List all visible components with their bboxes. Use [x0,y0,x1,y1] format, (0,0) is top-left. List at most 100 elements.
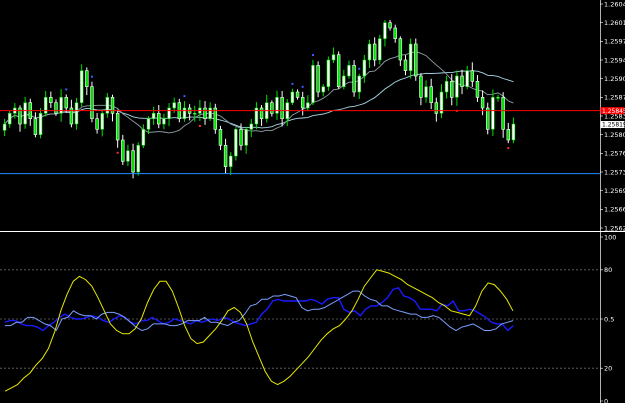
candle [326,56,331,91]
candle-body [162,118,166,125]
candle-body [249,123,254,130]
candle-body [64,97,68,109]
resistance-price-tag-label: 1.25845 [602,108,625,115]
price-tick-label: 1.25660 [604,206,625,214]
candle-body [398,38,403,61]
candle-body [429,86,433,103]
candle-body [311,65,315,103]
price-tick-label: 1.25765 [604,150,625,158]
candle-body [501,97,505,130]
candle-body [511,123,516,141]
price-tick-label: 1.25940 [604,56,625,64]
candle-body [49,97,53,103]
candle [213,103,218,134]
candle-body [393,27,397,39]
candle-body [100,113,104,130]
candle-body [146,118,151,130]
candle-body [321,86,325,93]
candle-body [244,129,248,146]
candle-body [172,102,176,109]
candle-body [203,107,207,119]
candle-body [331,54,336,61]
candle-body [239,129,243,146]
candle-body [229,155,233,167]
candle-body [218,129,223,146]
price-tick-label: 1.25625 [604,224,625,232]
candle-body [367,43,372,61]
candle [336,51,341,89]
price-tick-label: 1.25905 [604,75,625,83]
candle-body [223,145,228,167]
fractal-up-marker [358,67,361,70]
fractal-down-marker [507,147,510,150]
candle-body [7,113,12,125]
candle-body [259,107,264,119]
oscillator-tick-label: 20 [604,365,612,373]
candle-body [213,107,218,130]
candle-body [455,75,459,98]
price-tick-label: 1.25800 [604,131,625,139]
candle-body [33,118,38,135]
candle [414,38,418,81]
candle-body [403,59,408,71]
candle-body [347,65,351,77]
candle-body [496,97,500,99]
candle [378,34,382,65]
fractal-up-marker [183,95,186,98]
candle-body [95,118,99,130]
candle-body [141,129,146,146]
candle-body [157,113,161,125]
fractal-down-marker [116,151,119,154]
price-tick-label: 1.26010 [604,19,625,27]
candle-body [465,70,469,87]
candle [79,64,84,107]
candle-body [414,43,418,77]
price-tick-label: 1.25730 [604,168,625,176]
candle-body [316,65,320,93]
candle-body [136,145,140,173]
candle [311,60,315,106]
candle [90,81,94,123]
candle-body [491,97,495,130]
candle-body [74,102,79,125]
candle-body [167,107,171,119]
candle-body [280,97,284,119]
candle [136,142,140,176]
trading-chart[interactable]: 1.26045 1.26010 1.25975 1.25940 1.25905 1.258… [0,0,625,403]
candle-body [336,54,341,87]
candle-body [326,59,331,87]
candle-body [151,113,156,119]
candle-body [115,113,120,141]
candle-body [295,91,300,98]
candle-body [357,75,361,93]
candle-body [300,97,305,109]
fractal-up-marker [90,75,93,78]
candle-body [434,102,439,114]
fractal-up-marker [291,82,294,85]
candle-body [290,91,295,103]
candle-body [23,102,27,125]
candle-body [131,150,135,173]
candle-body [54,102,58,114]
candle-body [352,65,356,93]
oscillator-tick-label: 80 [604,266,612,274]
price-tick-label: 1.25695 [604,187,625,195]
candle-body [234,129,238,157]
candle-body [383,22,387,39]
candle-body [419,75,423,98]
candle-body [342,75,346,87]
candle-body [193,113,197,115]
candle-body [470,70,475,82]
candle-body [475,81,480,98]
candle-body [79,70,84,103]
fractal-up-marker [65,88,68,91]
candle-body [270,102,274,114]
candle-body [506,129,511,141]
candle-body [38,113,43,135]
candle-body [126,150,130,162]
candle-body [388,22,392,29]
candle [316,61,320,98]
current-price-tag-label: 1.25819 [602,122,625,129]
oscillator-tick-label: 100 [604,233,616,241]
candle-body [306,102,310,109]
